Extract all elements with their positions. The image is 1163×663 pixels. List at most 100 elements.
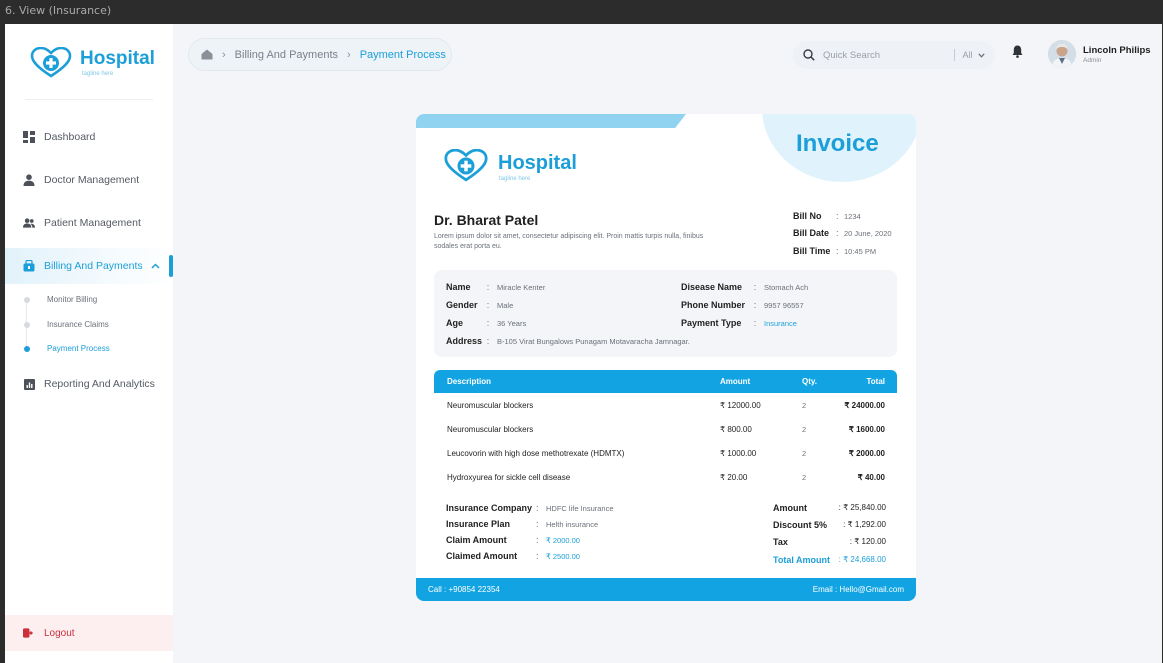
field-value: B-105 Virat Bungalows Punagam Motavarach… xyxy=(497,337,690,346)
summary-total-row: Total Amount : ₹ 24,668.00 xyxy=(773,555,886,565)
sidebar-item-billing-and-payments[interactable]: Billing And Payments xyxy=(5,248,173,284)
column-header-qty: Qty. xyxy=(802,377,817,386)
sidebar-item-dashboard[interactable]: Dashboard xyxy=(5,119,173,155)
brand-tagline: tagline here xyxy=(82,71,114,77)
cell-total: ₹ 40.00 xyxy=(857,473,885,482)
chevron-right-icon: › xyxy=(347,48,351,61)
cell-description: Hydroxyurea for sickle cell disease xyxy=(447,473,571,482)
sidebar-item-label: Reporting And Analytics xyxy=(44,378,155,390)
summary-label: Amount xyxy=(773,503,807,513)
field-value: Helth insurance xyxy=(546,520,599,529)
summary-value: : ₹ 120.00 xyxy=(849,537,886,546)
logout-label: Logout xyxy=(44,627,75,639)
chevron-up-icon xyxy=(151,263,160,269)
items-table-header: Description Amount Qty. Total xyxy=(434,370,897,393)
colon: : xyxy=(536,503,539,513)
summary-value: : ₹ 25,840.00 xyxy=(838,503,886,512)
colon: : xyxy=(836,211,839,221)
cell-qty: 2 xyxy=(802,449,807,458)
invoice-logo: Hospital tagline here xyxy=(442,149,602,189)
heart-cross-logo-icon xyxy=(30,47,72,78)
sidebar-item-reporting-and-analytics[interactable]: Reporting And Analytics xyxy=(5,366,173,402)
brand-name: Hospital xyxy=(80,48,155,69)
cell-description: Neuromuscular blockers xyxy=(447,401,534,410)
bill-no-row: Bill No : 1234 xyxy=(793,211,861,221)
brand-logo[interactable]: Hospital tagline here xyxy=(29,47,155,79)
cell-amount: ₹ 20.00 xyxy=(720,473,748,482)
field-value: ₹ 2000.00 xyxy=(546,536,580,545)
colon: : xyxy=(836,228,839,238)
cell-description: Neuromuscular blockers xyxy=(447,425,534,434)
field-value: Male xyxy=(497,301,514,310)
window-title: 6. View (Insurance) xyxy=(5,4,112,17)
field-value: Miracle Kenter xyxy=(497,283,546,292)
sidebar-divider xyxy=(25,99,153,100)
invoice-brand-tagline: tagline here xyxy=(499,176,531,182)
search-divider xyxy=(954,49,956,61)
colon: : xyxy=(486,318,490,328)
colon: : xyxy=(536,551,539,561)
cell-total: ₹ 24000.00 xyxy=(844,401,885,410)
phone-number-field: Phone Number : 9957 96557 xyxy=(681,300,804,310)
logout-button[interactable]: Logout xyxy=(5,615,173,651)
sidebar-item-patient-management[interactable]: Patient Management xyxy=(5,205,173,241)
bell-icon[interactable] xyxy=(1012,45,1023,63)
cell-amount: ₹ 1000.00 xyxy=(720,449,757,458)
table-row: Neuromuscular blockers ₹ 800.00 2 ₹ 1600… xyxy=(434,425,897,449)
home-icon[interactable] xyxy=(201,49,213,60)
submenu-dot-active xyxy=(24,346,30,352)
field-value: Insurance xyxy=(764,319,797,328)
patient-name-field: Name : Miracle Kenter xyxy=(446,282,545,292)
field-label: Age xyxy=(446,318,464,328)
field-label: Insurance Plan xyxy=(446,519,511,529)
sidebar-item-doctor-management[interactable]: Doctor Management xyxy=(5,162,173,198)
search-icon xyxy=(803,49,815,61)
patient-address-field: Address : B-105 Virat Bungalows Punagam … xyxy=(446,336,690,346)
search-bar[interactable]: Quick Search All xyxy=(793,41,995,69)
breadcrumb-item[interactable]: Billing And Payments xyxy=(235,49,338,61)
cell-total: ₹ 2000.00 xyxy=(848,449,885,458)
field-value: Stomach Ach xyxy=(764,283,809,292)
billing-icon xyxy=(23,260,35,272)
sidebar-item-label: Doctor Management xyxy=(44,174,140,186)
bill-time-label: Bill Time xyxy=(793,246,831,256)
bill-date-label: Bill Date xyxy=(793,228,830,238)
patients-icon xyxy=(23,217,35,229)
chevron-right-icon: › xyxy=(222,48,226,61)
submenu-item-insurance-claims[interactable]: Insurance Claims xyxy=(47,320,109,329)
payment-type-field: Payment Type : Insurance xyxy=(681,318,797,328)
breadcrumb-current: Payment Process xyxy=(359,48,446,61)
summary-value: : ₹ 24,668.00 xyxy=(838,555,886,564)
table-row: Leucovorin with high dose methotrexate (… xyxy=(434,449,897,473)
cell-amount: ₹ 12000.00 xyxy=(720,401,761,410)
colon: : xyxy=(836,246,839,256)
submenu-item-payment-process[interactable]: Payment Process xyxy=(47,344,110,353)
search-input[interactable]: Quick Search xyxy=(823,50,880,61)
field-label: Disease Name xyxy=(681,282,743,292)
user-name[interactable]: Lincoln Philips xyxy=(1083,45,1151,56)
avatar[interactable] xyxy=(1048,40,1076,68)
insurance-company-row: Insurance Company : HDFC life Insurance xyxy=(446,503,614,513)
heart-cross-logo-icon xyxy=(444,149,488,182)
dashboard-icon xyxy=(23,131,35,143)
table-row: Hydroxyurea for sickle cell disease ₹ 20… xyxy=(434,473,897,497)
search-filter-select[interactable]: All xyxy=(962,50,985,60)
submenu-item-monitor-billing[interactable]: Monitor Billing xyxy=(47,295,97,304)
sidebar-item-label: Billing And Payments xyxy=(44,260,143,272)
submenu-dot xyxy=(24,297,30,303)
field-value: ₹ 2500.00 xyxy=(546,552,580,561)
chevron-down-icon xyxy=(978,50,985,60)
field-label: Gender xyxy=(446,300,478,310)
colon: : xyxy=(486,300,490,310)
patient-details-box: Name : Miracle Kenter Gender : Male Age … xyxy=(434,270,897,357)
cell-description: Leucovorin with high dose methotrexate (… xyxy=(447,449,625,458)
bill-no-label: Bill No xyxy=(793,211,822,221)
field-label: Claimed Amount xyxy=(446,551,518,561)
bill-date-value: 20 June, 2020 xyxy=(844,229,892,238)
bill-time-row: Bill Time : 10:45 PM xyxy=(793,246,876,256)
summary-tax-row: Tax : ₹ 120.00 xyxy=(773,537,886,547)
colon: : xyxy=(486,282,490,292)
field-value: 9957 96557 xyxy=(764,301,804,310)
field-label: Payment Type xyxy=(681,318,742,328)
summary-discount-row: Discount 5% : ₹ 1,292.00 xyxy=(773,520,886,530)
